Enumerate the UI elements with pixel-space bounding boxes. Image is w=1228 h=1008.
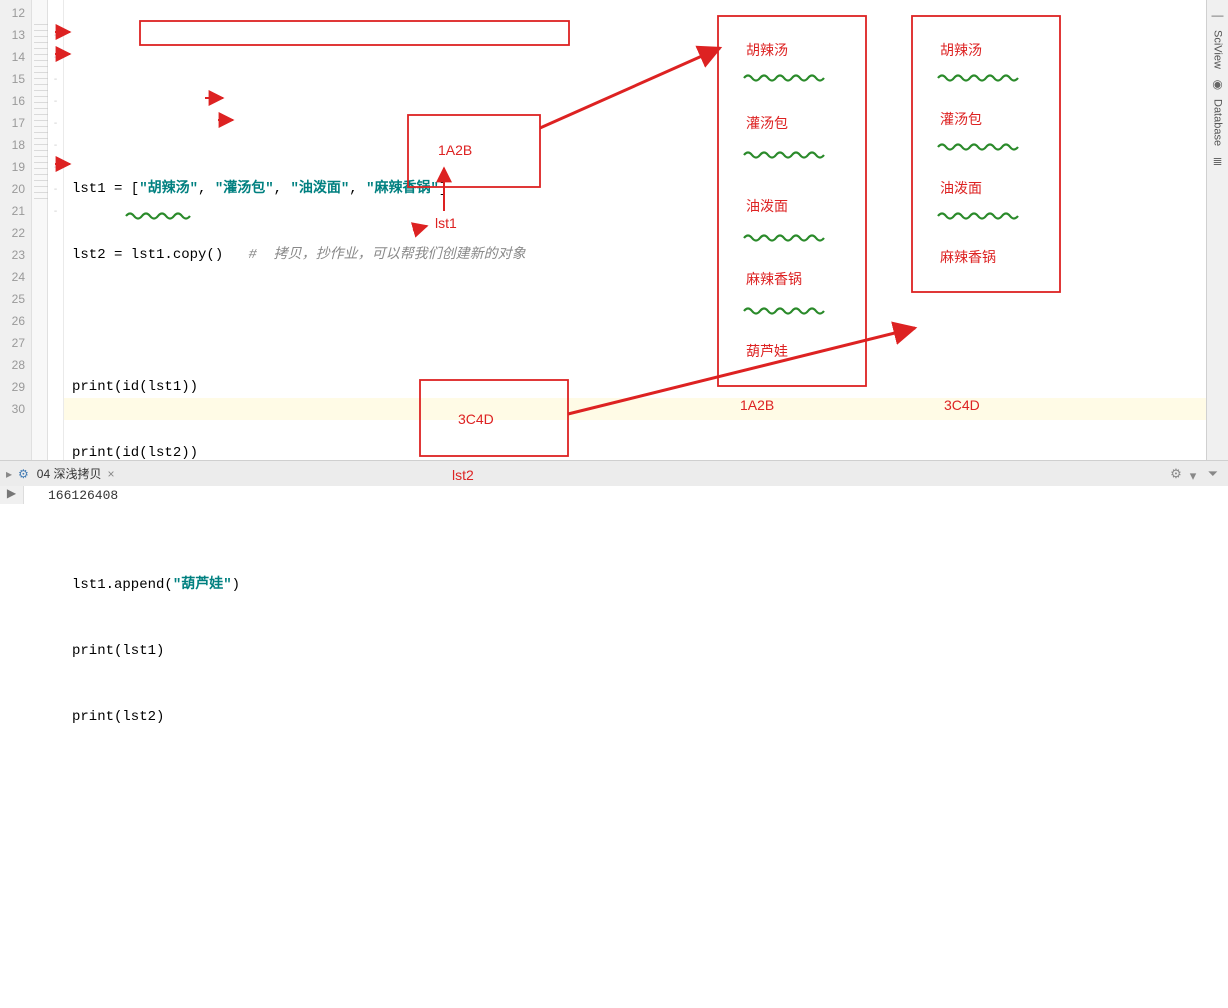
code-token: lst1 = [ (72, 181, 139, 197)
line-gutter: 12131415 16171819 20212223 24252627 2829… (0, 0, 32, 460)
right-tool-strip: — SciView ◉ Database ≣ (1206, 0, 1228, 460)
string-token: "灌汤包" (215, 181, 274, 197)
ide-window: — SciView ◉ Database ≣ 12131415 16171819… (0, 0, 1228, 504)
code-token: , (274, 181, 291, 197)
expand-collapse-icon[interactable]: ▸ (6, 467, 12, 481)
dock-icon[interactable]: ⏷ (1208, 466, 1218, 481)
comment-token: # 拷贝，抄作业，可以帮我们创建新的对象 (248, 247, 525, 263)
string-token: "麻辣香锅" (366, 181, 439, 197)
scilab-icon: ◉ (1212, 77, 1222, 91)
string-token: "油泼面" (290, 181, 349, 197)
code-token: ) (232, 577, 240, 593)
string-token: "葫芦娃" (173, 577, 232, 593)
breakpoint-track[interactable] (32, 0, 48, 460)
code-token: lst1.append( (72, 577, 173, 593)
code-token: print(lst1) (72, 643, 164, 659)
string-token: "胡辣汤" (139, 181, 198, 197)
fold-track: --- ---- -- (48, 0, 64, 460)
python-file-icon: ⚙ (18, 467, 29, 481)
fold-indicator (34, 24, 48, 200)
database-icon: ≣ (1212, 154, 1222, 168)
code-token: , (349, 181, 366, 197)
code-token: ] (439, 181, 447, 197)
code-token: lst2 = lst1.copy() (72, 247, 248, 263)
code-token: print(id(lst2)) (72, 445, 198, 461)
code-token: print(lst2) (72, 709, 164, 725)
sciview-tab[interactable]: SciView (1210, 24, 1226, 75)
code-token: print(id(lst1)) (72, 379, 198, 395)
toggle-icon[interactable]: — (1212, 8, 1224, 22)
code-editor[interactable]: 12131415 16171819 20212223 24252627 2829… (0, 0, 1206, 460)
code-token: , (198, 181, 215, 197)
code-area[interactable]: lst1 = ["胡辣汤", "灌汤包", "油泼面", "麻辣香锅"] lst… (64, 0, 1206, 460)
database-tab[interactable]: Database (1210, 93, 1226, 152)
